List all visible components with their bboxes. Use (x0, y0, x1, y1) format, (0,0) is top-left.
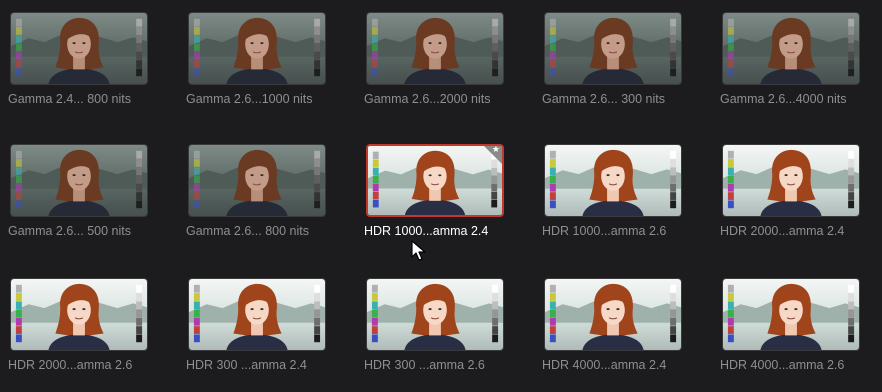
clip-item[interactable]: Gamma 2.6... 800 nits (186, 134, 328, 254)
clip-item[interactable]: HDR 300 ...amma 2.4 (186, 268, 328, 388)
clip-thumbnail[interactable] (722, 144, 860, 217)
clip-thumbnail-image (367, 13, 503, 84)
clip-thumbnail[interactable] (366, 12, 504, 85)
clip-item[interactable]: Gamma 2.6...2000 nits (364, 2, 506, 122)
clip-item[interactable]: HDR 2000...amma 2.6 (8, 268, 150, 388)
star-icon: ★ (491, 145, 500, 155)
clip-thumbnail[interactable] (10, 278, 148, 351)
clip-thumbnail-image (723, 13, 859, 84)
clip-item[interactable]: Gamma 2.6... 300 nits (542, 2, 684, 122)
clip-thumbnail[interactable] (10, 144, 148, 217)
clip-thumbnail-image (367, 279, 503, 350)
clip-label: HDR 4000...amma 2.6 (720, 358, 845, 372)
clip-item[interactable]: ★ HDR 1000...amma 2.4 (364, 134, 506, 254)
clip-label: HDR 4000...amma 2.4 (542, 358, 667, 372)
mouse-pointer-icon (411, 240, 426, 261)
clip-label: HDR 1000...amma 2.6 (542, 224, 667, 238)
clip-thumbnail-image (368, 146, 502, 215)
clip-label: HDR 1000...amma 2.4 (364, 224, 489, 238)
clip-item[interactable]: Gamma 2.6...4000 nits (720, 2, 862, 122)
media-pool-grid: Gamma 2.4... 800 nits Gamma 2.6...1000 ni… (0, 0, 882, 392)
clip-label: Gamma 2.4... 800 nits (8, 92, 131, 106)
clip-thumbnail-image (723, 279, 859, 350)
clip-thumbnail[interactable] (366, 278, 504, 351)
clip-thumbnail[interactable] (544, 278, 682, 351)
clip-item[interactable]: HDR 4000...amma 2.6 (720, 268, 862, 388)
clip-label: Gamma 2.6... 500 nits (8, 224, 131, 238)
clip-thumbnail-image (11, 279, 147, 350)
clip-label: Gamma 2.6...1000 nits (186, 92, 313, 106)
clip-item[interactable]: HDR 1000...amma 2.6 (542, 134, 684, 254)
clip-thumbnail[interactable] (188, 278, 326, 351)
clip-thumbnail-image (545, 279, 681, 350)
clip-thumbnail[interactable]: ★ (366, 144, 504, 217)
clip-item[interactable]: Gamma 2.6... 500 nits (8, 134, 150, 254)
clip-thumbnail[interactable] (544, 144, 682, 217)
clip-thumbnail[interactable] (722, 12, 860, 85)
clip-thumbnail-image (545, 13, 681, 84)
clip-thumbnail[interactable] (10, 12, 148, 85)
clip-label: HDR 300 ...amma 2.6 (364, 358, 485, 372)
clip-label: Gamma 2.6... 800 nits (186, 224, 309, 238)
clip-label: HDR 2000...amma 2.4 (720, 224, 845, 238)
clip-thumbnail[interactable] (722, 278, 860, 351)
clip-thumbnail[interactable] (188, 144, 326, 217)
clip-thumbnail-image (11, 145, 147, 216)
clip-label: HDR 2000...amma 2.6 (8, 358, 133, 372)
clip-thumbnail-image (189, 279, 325, 350)
clip-thumbnail-image (189, 145, 325, 216)
clip-item[interactable]: HDR 4000...amma 2.4 (542, 268, 684, 388)
clip-label: Gamma 2.6...4000 nits (720, 92, 847, 106)
clip-item[interactable]: HDR 300 ...amma 2.6 (364, 268, 506, 388)
clip-thumbnail[interactable] (188, 12, 326, 85)
clip-thumbnail-image (545, 145, 681, 216)
clip-thumbnail-image (11, 13, 147, 84)
clip-label: HDR 300 ...amma 2.4 (186, 358, 307, 372)
clip-label: Gamma 2.6... 300 nits (542, 92, 665, 106)
clip-label: Gamma 2.6...2000 nits (364, 92, 491, 106)
clip-thumbnail-image (723, 145, 859, 216)
clip-thumbnail-image (189, 13, 325, 84)
clip-item[interactable]: Gamma 2.6...1000 nits (186, 2, 328, 122)
clip-item[interactable]: HDR 2000...amma 2.4 (720, 134, 862, 254)
clip-thumbnail[interactable] (544, 12, 682, 85)
clip-item[interactable]: Gamma 2.4... 800 nits (8, 2, 150, 122)
